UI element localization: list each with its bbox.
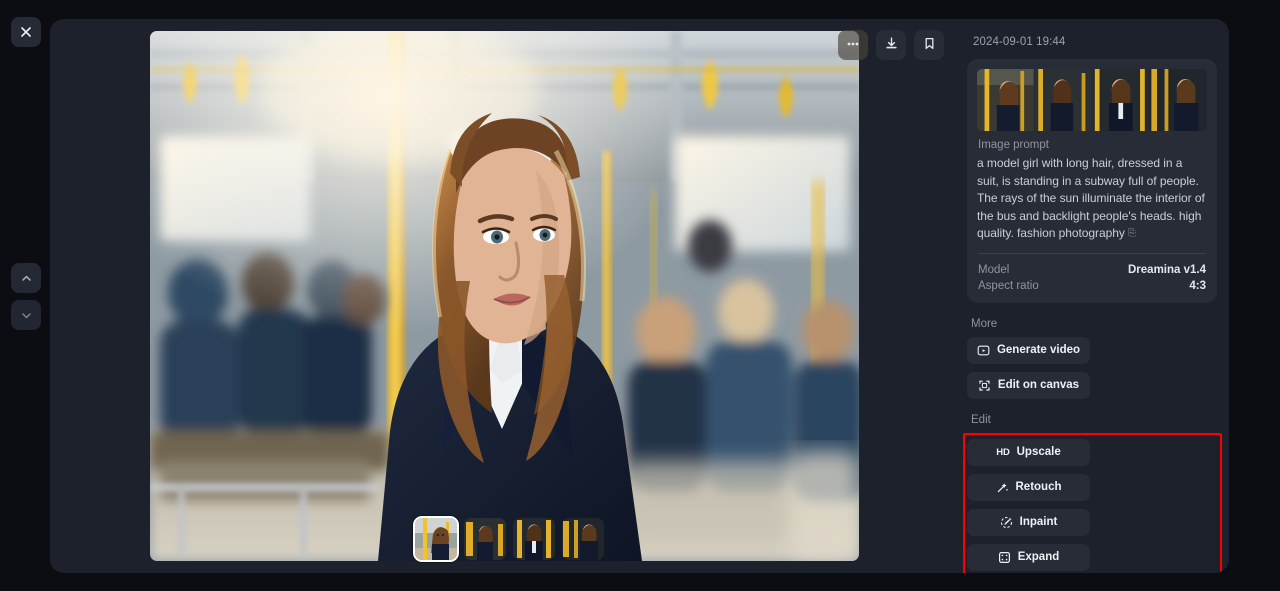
- meta-key-model: Model: [978, 263, 1010, 276]
- expand-frame-icon: [998, 551, 1011, 564]
- chevron-up-icon: [20, 272, 33, 285]
- retouch-button[interactable]: Retouch: [967, 473, 1090, 501]
- nav-previous-button[interactable]: [11, 263, 41, 293]
- section-label-more: More: [971, 317, 998, 330]
- thumbnail-1[interactable]: [413, 516, 459, 562]
- thumbnail-strip: [413, 516, 604, 562]
- upscale-button[interactable]: HD Upscale: [967, 438, 1090, 466]
- card-divider: [978, 252, 1206, 254]
- edit-on-canvas-label: Edit on canvas: [997, 379, 1080, 392]
- prompt-card: Image prompt a model girl with long hair…: [967, 59, 1217, 303]
- image-toolbar: [838, 30, 944, 60]
- close-button[interactable]: [11, 17, 41, 47]
- meta-value-aspect-ratio: 4:3: [1189, 279, 1206, 292]
- upscale-label: Upscale: [1016, 446, 1061, 459]
- copy-prompt-icon[interactable]: ⎘: [1128, 225, 1136, 243]
- edit-on-canvas-button[interactable]: Edit on canvas: [967, 371, 1090, 399]
- download-button[interactable]: [876, 30, 906, 60]
- nav-next-button[interactable]: [11, 300, 41, 330]
- app-stage: 2024-09-01 19:44 Image prompt a model gi…: [0, 0, 1280, 591]
- bookmark-button[interactable]: [914, 30, 944, 60]
- edit-button-group-highlighted: HD Upscale Retouch Inpaint Expand: [963, 432, 1222, 573]
- hd-icon: HD: [996, 446, 1010, 458]
- image-detail-modal: 2024-09-01 19:44 Image prompt a model gi…: [50, 19, 1229, 573]
- generate-video-label: Generate video: [996, 344, 1081, 357]
- chevron-down-icon: [20, 309, 33, 322]
- more-options-button[interactable]: [838, 30, 868, 60]
- generation-timestamp: 2024-09-01 19:44: [973, 36, 1066, 48]
- video-frame-icon: [977, 344, 990, 357]
- edit-button-group: HD Upscale Retouch Inpaint Expand: [967, 438, 1217, 573]
- bookmark-icon: [922, 36, 937, 54]
- close-icon: [20, 26, 32, 38]
- crop-frame-icon: [978, 379, 991, 392]
- ellipsis-icon: [846, 37, 860, 54]
- prompt-text-value: a model girl with long hair, dressed in …: [977, 156, 1205, 241]
- retouch-label: Retouch: [1015, 481, 1062, 494]
- thumbnail-3[interactable]: [513, 518, 555, 560]
- section-label-edit: Edit: [971, 413, 991, 426]
- details-panel: 2024-09-01 19:44 Image prompt a model gi…: [955, 19, 1229, 573]
- paint-brush-icon: [1000, 516, 1013, 529]
- expand-label: Expand: [1017, 551, 1060, 564]
- image-viewer: [50, 19, 955, 573]
- expand-button[interactable]: Expand: [967, 543, 1090, 571]
- inpaint-button[interactable]: Inpaint: [967, 508, 1090, 536]
- thumbnail-4[interactable]: [562, 518, 604, 560]
- meta-key-aspect-ratio: Aspect ratio: [978, 279, 1039, 292]
- inpaint-label: Inpaint: [1019, 516, 1058, 529]
- hero-image[interactable]: [150, 31, 859, 561]
- prompt-reference-images[interactable]: [977, 69, 1207, 131]
- prompt-label: Image prompt: [978, 139, 1049, 151]
- download-icon: [884, 36, 899, 54]
- prompt-text: a model girl with long hair, dressed in …: [977, 155, 1207, 243]
- thumbnail-2[interactable]: [464, 518, 506, 560]
- meta-value-model: Dreamina v1.4: [1128, 263, 1206, 276]
- meta-row-model: Model Dreamina v1.4: [977, 262, 1207, 278]
- more-button-group: Generate video Edit on canvas: [967, 336, 1217, 399]
- generate-video-button[interactable]: Generate video: [967, 336, 1090, 364]
- meta-row-aspect-ratio: Aspect ratio 4:3: [977, 278, 1207, 294]
- magic-wand-icon: [996, 481, 1009, 494]
